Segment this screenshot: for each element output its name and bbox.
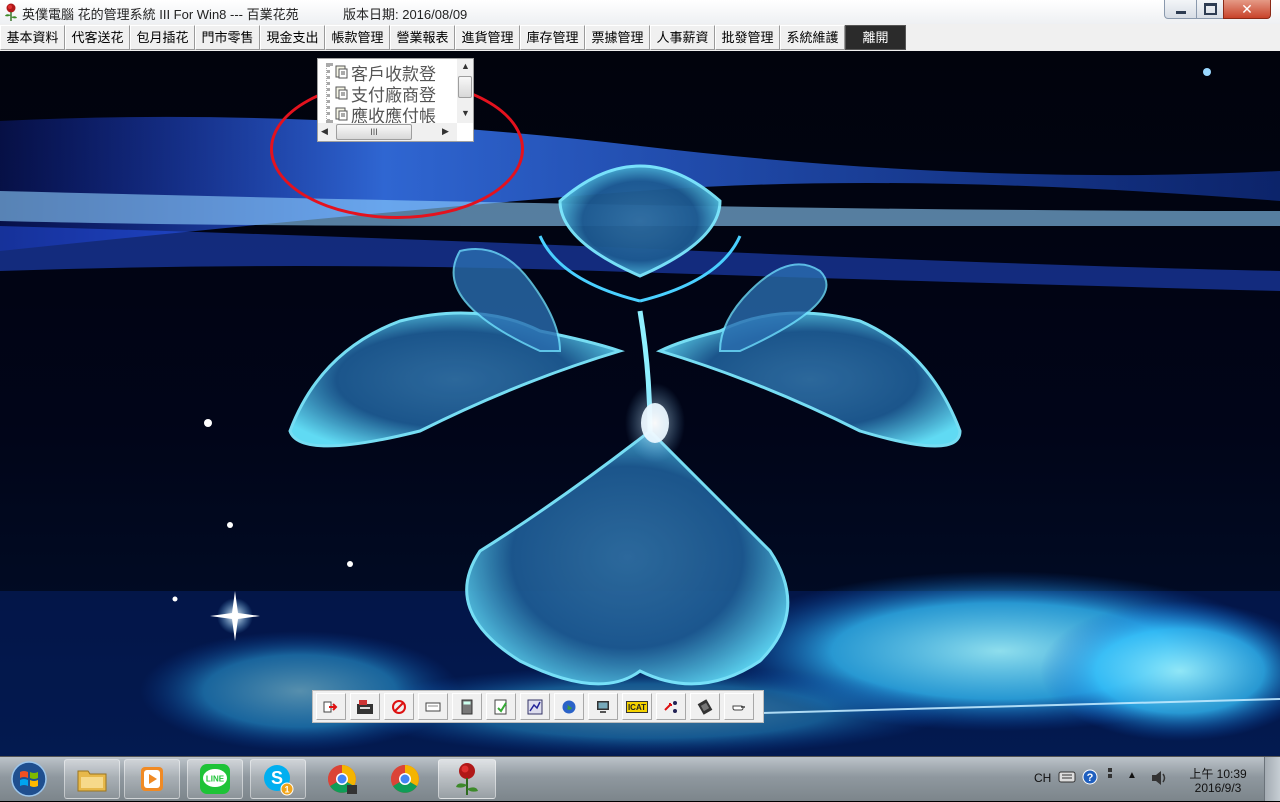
scroll-left-icon[interactable]: ◀ <box>321 127 328 136</box>
minimize-icon <box>1175 10 1186 14</box>
chrome-icon <box>391 765 419 793</box>
svg-text:S: S <box>271 768 283 788</box>
line-label: LINE <box>206 775 225 784</box>
rose-app-icon <box>456 763 478 795</box>
file-explorer-icon <box>77 770 107 792</box>
taskbar-file-explorer[interactable] <box>64 759 120 799</box>
notepad-icon <box>494 699 507 714</box>
clock-time[interactable]: 上午 10:39 <box>1186 765 1250 782</box>
menu-monthly-arrangement[interactable]: 包月插花 <box>130 25 195 50</box>
taskbar-line[interactable]: LINE <box>187 759 243 799</box>
icat-label: ICAT <box>628 703 646 712</box>
toolbar-stop-button[interactable] <box>384 693 414 720</box>
document-icon <box>335 65 348 79</box>
card-icon <box>425 702 441 711</box>
flower-wallpaper-image <box>0 51 1280 756</box>
quick-toolbar: ICAT <box>312 690 764 723</box>
tree-connector <box>326 63 330 123</box>
menu-flower-delivery[interactable]: 代客送花 <box>65 25 130 50</box>
horizontal-scrollbar[interactable]: ◀ III ▶ <box>318 123 457 141</box>
menu-bills[interactable]: 票據管理 <box>585 25 650 50</box>
scroll-up-icon[interactable]: ▲ <box>461 62 470 71</box>
window-title: 英僕電腦 花的管理系統 III For Win8 --- 百業花苑 <box>22 7 299 22</box>
menu-basic-data[interactable]: 基本資料 <box>0 25 65 50</box>
start-button[interactable] <box>5 761 53 797</box>
toolbar-pointer-button[interactable] <box>724 693 754 720</box>
toolbar-globe-button[interactable] <box>554 693 584 720</box>
taskbar-skype[interactable]: S1 <box>250 759 306 799</box>
menu-purchasing[interactable]: 進貨管理 <box>455 25 520 50</box>
scroll-right-icon[interactable]: ▶ <box>442 127 449 136</box>
menu-system[interactable]: 系統維護 <box>780 25 845 50</box>
horizontal-scroll-thumb[interactable]: III <box>336 124 412 140</box>
vertical-scroll-thumb[interactable] <box>458 76 472 98</box>
menu-sales-report[interactable]: 營業報表 <box>390 25 455 50</box>
keyboard-icon <box>697 698 713 715</box>
media-player-icon <box>141 767 163 791</box>
toolbar-exit-button[interactable] <box>316 693 346 720</box>
menu-cash-expense[interactable]: 現金支出 <box>260 25 325 50</box>
globe-icon <box>562 700 576 713</box>
taskbar-chrome-1[interactable] <box>314 759 370 799</box>
monitor-icon <box>597 700 609 713</box>
skype-icon: S1 <box>264 765 294 796</box>
show-hidden-icons-icon[interactable]: ▲ <box>1127 770 1137 781</box>
pointing-hand-icon <box>732 705 745 710</box>
taskbar-rose-app[interactable] <box>438 759 496 799</box>
line-icon: LINE <box>200 764 230 794</box>
show-desktop-button[interactable] <box>1264 757 1280 801</box>
windows-taskbar: LINE S1 CH ? ▲ 上午 10:39 2016/9/3 <box>0 756 1280 801</box>
menu-bar: 基本資料 代客送花 包月插花 門市零售 現金支出 帳款管理 營業報表 進貨管理 … <box>0 24 1280 52</box>
icat-icon: ICAT <box>626 700 648 713</box>
ime-options-icon[interactable] <box>1105 767 1115 785</box>
title-bar: 英僕電腦 花的管理系統 III For Win8 --- 百業花苑 版本日期: … <box>0 0 1280 24</box>
toolbar-shuffle-button[interactable] <box>656 693 686 720</box>
help-icon[interactable]: ? <box>1082 769 1098 785</box>
rose-icon <box>5 3 17 21</box>
menu-retail[interactable]: 門市零售 <box>195 25 260 50</box>
toolbar-icat-button[interactable]: ICAT <box>622 693 652 720</box>
stop-icon <box>392 699 406 714</box>
exit-arrow-icon <box>323 701 338 712</box>
chrome-icon <box>328 765 357 794</box>
minimize-button[interactable] <box>1164 0 1197 19</box>
popup-item-receivables-payables[interactable]: 應收應付帳 <box>334 103 436 126</box>
close-button[interactable]: ✕ <box>1223 0 1271 19</box>
toolbar-chart-button[interactable] <box>520 693 550 720</box>
svg-text:?: ? <box>1087 772 1094 784</box>
maximize-icon <box>1203 3 1217 15</box>
taskbar-chrome-2[interactable] <box>377 759 433 799</box>
menu-payroll[interactable]: 人事薪資 <box>650 25 715 50</box>
toolbar-notepad-button[interactable] <box>486 693 516 720</box>
windows-logo-icon <box>11 761 47 797</box>
desktop-wallpaper <box>0 51 1280 756</box>
toolbar-cash-register-button[interactable] <box>350 693 380 720</box>
vertical-scrollbar[interactable]: ▲ ▼ <box>457 59 473 123</box>
volume-icon[interactable] <box>1150 769 1170 787</box>
chart-icon <box>527 699 543 714</box>
menu-exit[interactable]: 離開 <box>845 25 906 50</box>
document-icon <box>335 86 348 100</box>
keyboard-tray-icon[interactable] <box>1058 771 1076 783</box>
close-icon: ✕ <box>1241 1 1253 17</box>
toolbar-monitor-button[interactable] <box>588 693 618 720</box>
shuffle-icon <box>664 700 677 713</box>
scroll-down-icon[interactable]: ▼ <box>461 109 470 118</box>
maximize-button[interactable] <box>1196 0 1224 19</box>
menu-inventory[interactable]: 庫存管理 <box>520 25 585 50</box>
input-language-indicator[interactable]: CH <box>1034 771 1051 785</box>
skype-notification-badge: 1 <box>284 785 289 795</box>
toolbar-calculator-button[interactable] <box>452 693 482 720</box>
calculator-icon <box>461 699 473 714</box>
clock-date[interactable]: 2016/9/3 <box>1186 781 1250 795</box>
toolbar-card-button[interactable] <box>418 693 448 720</box>
menu-accounts[interactable]: 帳款管理 <box>325 25 390 50</box>
accounts-submenu-popup: 客戶收款登 支付廠商登 應收應付帳 ▲ ▼ ◀ III ▶ <box>317 58 474 142</box>
taskbar-media-player[interactable] <box>124 759 180 799</box>
cash-register-icon <box>357 699 373 714</box>
version-date: 版本日期: 2016/08/09 <box>343 7 468 22</box>
menu-wholesale[interactable]: 批發管理 <box>715 25 780 50</box>
toolbar-keyboard-button[interactable] <box>690 693 720 720</box>
document-icon <box>335 107 348 121</box>
